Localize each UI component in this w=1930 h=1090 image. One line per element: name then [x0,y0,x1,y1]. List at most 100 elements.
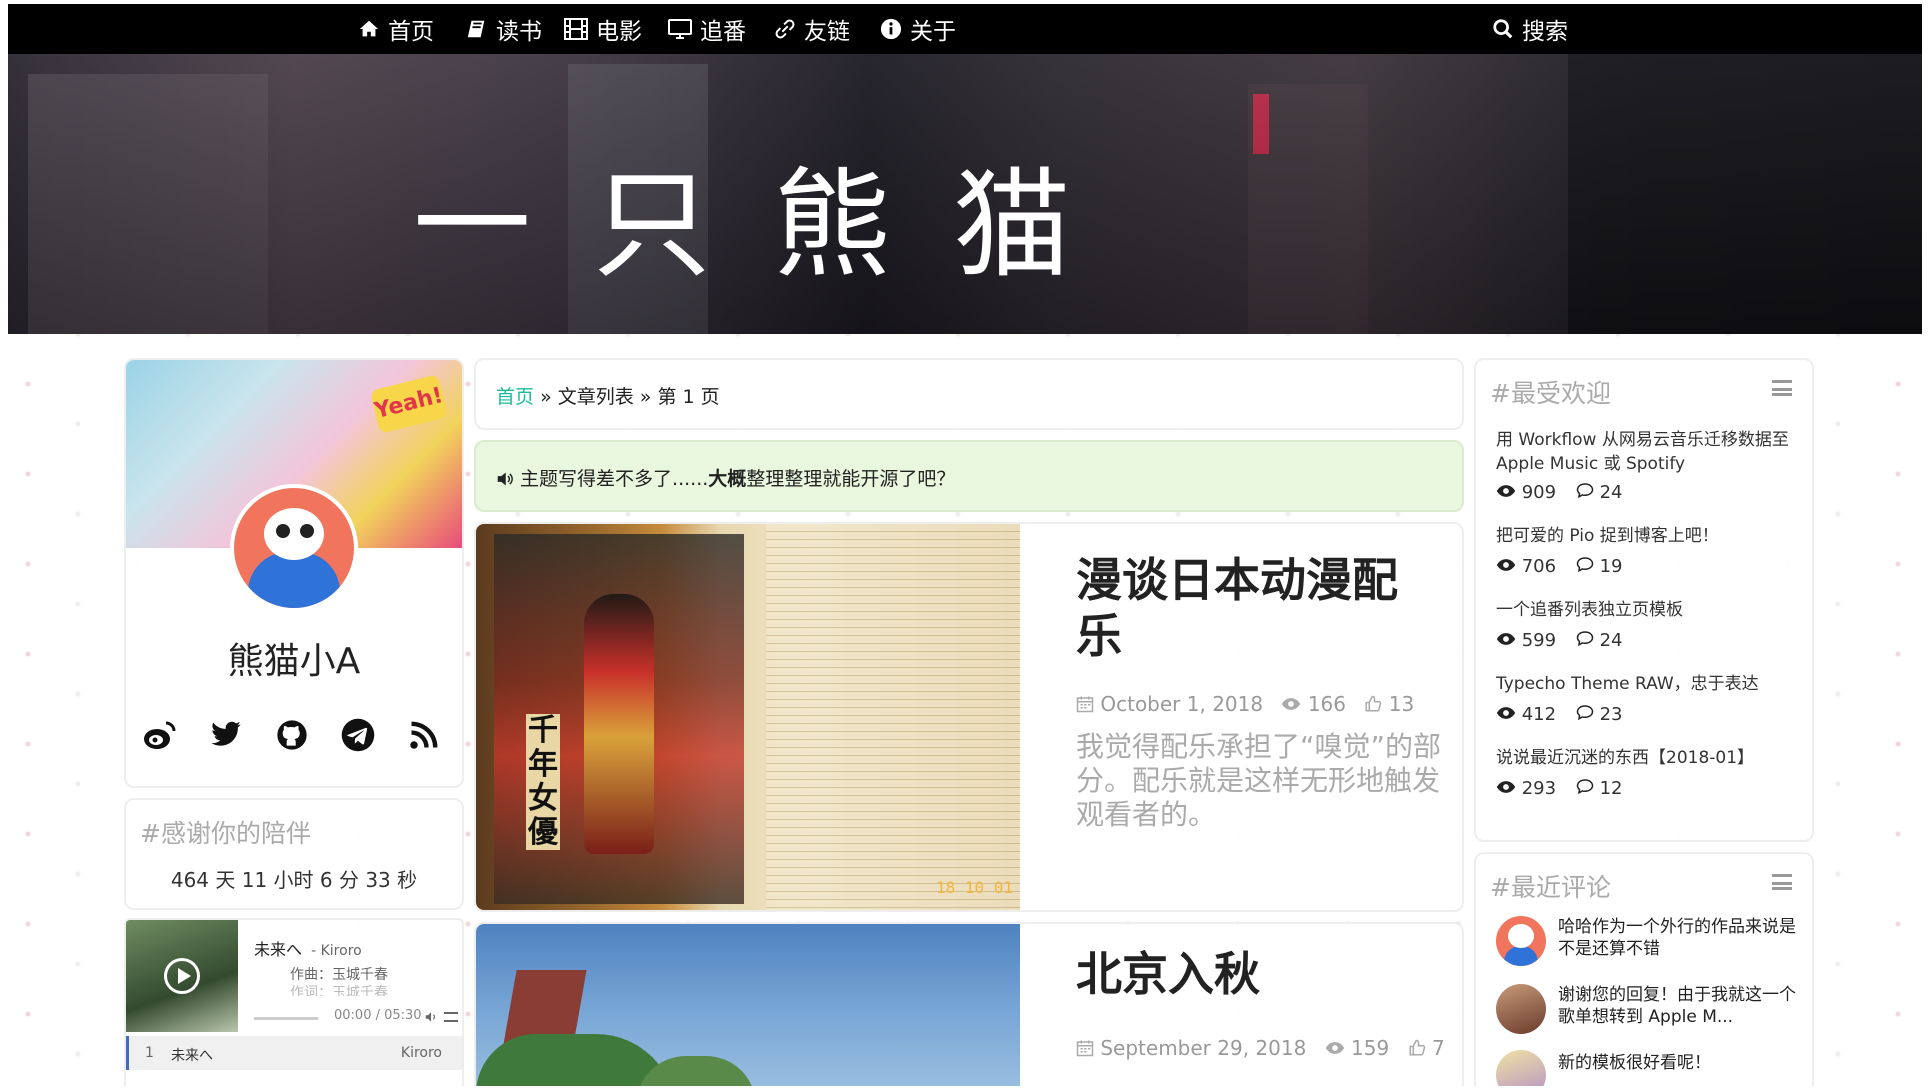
notice-text: 主题写得差不多了...... [520,468,709,490]
breadcrumb-page: 第 1 页 [657,386,720,408]
notice-text-end: 整理整理就能开源了吧？ [746,468,956,490]
nav-anime[interactable]: 追番 [668,4,746,54]
nav-reading[interactable]: 读书 [466,4,542,54]
comment-count: 12 [1599,778,1623,799]
notice-bold: 大概 [708,468,747,490]
comment-icon [1576,631,1594,647]
post-card[interactable]: 千年女優 18 10 01 漫谈日本动漫配乐 October 1, 2018 1… [474,522,1464,912]
comment-count: 23 [1599,704,1623,725]
comment-link[interactable]: 谢谢您的回复！由于我就这一个歌单想转到 Apple M... [1558,984,1798,1028]
post-date: September 29, 2018 [1100,1036,1307,1060]
breadcrumb: 首页 » 文章列表 » 第 1 页 [474,358,1464,430]
widget-title: #最近评论 [1490,873,1611,902]
eye-icon [1325,1042,1344,1054]
post-date: October 1, 2018 [1100,692,1264,716]
profile-card: Yeah! 熊猫小A [124,358,464,788]
playlist-title: 未来へ [171,1048,213,1064]
popular-post-link[interactable]: Typecho Theme RAW，忠于表达 [1496,672,1796,696]
post-thumbnail[interactable] [476,924,1020,1086]
github-link[interactable] [272,715,312,755]
widget-menu-icon[interactable] [1772,380,1792,396]
post-title[interactable]: 北京入秋 [1076,946,1260,1002]
player-time: 00:00 / 05:30 [334,1008,422,1023]
comment-count: 19 [1599,556,1623,577]
comment-icon [1576,705,1594,721]
breadcrumb-separator: » [639,386,652,408]
eye-icon [1496,633,1516,645]
playlist-artist: Kiroro [400,1045,442,1061]
nav-label: 追番 [700,19,746,45]
nav-about[interactable]: 关于 [880,4,956,54]
post-card[interactable]: 北京入秋 September 29, 2018 159 7 [474,922,1464,1086]
page: 首页 读书 电影 追番 友链 关于 搜索 一只熊猫 Yeah! 熊猫小A #感谢… [8,4,1922,1086]
comment-avatar[interactable] [1496,916,1546,966]
view-count: 909 [1521,482,1557,503]
play-icon[interactable] [164,958,200,994]
weibo-link[interactable] [140,715,180,755]
post-meta: October 1, 2018 166 13 [1076,692,1414,716]
breadcrumb-list: 文章列表 [557,386,634,408]
info-icon [880,18,902,40]
music-player: 未来へ - Kiroro 作曲：玉城千春 作词：玉城千春 00:00 / 05:… [124,918,464,1086]
nav-friends[interactable]: 友链 [774,4,850,54]
eye-icon [1496,707,1516,719]
popular-post-link[interactable]: 说说最近沉迷的东西【2018-01】 [1496,746,1796,770]
comment-avatar[interactable] [1496,984,1546,1034]
progress-bar[interactable] [254,1017,318,1020]
thumbs-up-icon[interactable] [1408,1039,1426,1057]
link-icon [775,19,795,39]
breadcrumb-home[interactable]: 首页 [496,386,534,408]
post-likes: 7 [1431,1036,1445,1060]
view-count: 293 [1521,778,1557,799]
comment-link[interactable]: 新的模板很好看呢！ [1558,1052,1798,1074]
popular-post-link[interactable]: 一个追番列表独立页模板 [1496,598,1796,622]
weibo-icon [144,721,176,749]
comment-avatar[interactable] [1496,1050,1546,1086]
playlist-menu-icon[interactable] [444,1012,458,1022]
thumbnail-caption: 千年女優 [526,713,560,850]
eye-icon [1496,559,1516,571]
popular-widget: #最受欢迎 用 Workflow 从网易云音乐迁移数据至 Apple Music… [1474,358,1814,842]
hero-banner: 一只熊猫 [8,54,1922,334]
post-meta: September 29, 2018 159 7 [1076,1036,1445,1060]
notice-bar: 主题写得差不多了......大概整理整理就能开源了吧？ [474,440,1464,512]
site-title: 一只熊猫 [412,156,1133,294]
nav-label: 读书 [496,19,542,45]
rss-link[interactable] [404,715,444,755]
twitter-link[interactable] [206,715,246,755]
widget-menu-icon[interactable] [1772,874,1792,890]
nav-movies[interactable]: 电影 [564,4,642,54]
speaker-icon [497,472,513,486]
telegram-link[interactable] [338,715,378,755]
calendar-icon [1076,1040,1094,1057]
playlist-item[interactable]: 1 未来へ Kiroro [126,1036,462,1070]
popular-post-link[interactable]: 把可爱的 Pio 捉到博客上吧！ [1496,524,1796,548]
thumbs-up-icon[interactable] [1364,695,1382,713]
film-icon [564,18,588,40]
eye-icon [1282,698,1301,710]
comment-link[interactable]: 哈哈作为一个外行的作品来说是不是还算不错 [1558,916,1798,960]
post-title[interactable]: 漫谈日本动漫配乐 [1076,552,1426,664]
volume-icon[interactable] [424,1010,438,1024]
post-views: 166 [1307,692,1346,716]
eye-icon [1496,781,1516,793]
widget-title: #感谢你的陪伴 [140,819,311,848]
album-cover[interactable] [126,920,238,1032]
comment-count: 24 [1599,630,1623,651]
playlist-index: 1 [145,1045,154,1061]
nav-search[interactable]: 搜索 [1492,4,1568,54]
comment-icon [1576,557,1594,573]
nav-search-label: 搜索 [1522,19,1568,45]
song-lyricist: 作词：玉城千春 [290,985,388,996]
github-icon [277,720,307,750]
comment-icon [1576,779,1594,795]
post-excerpt: 我觉得配乐承担了“嗅觉”的部分。配乐就是这样无形地触发观看者的。 [1076,730,1442,831]
post-thumbnail[interactable]: 千年女優 18 10 01 [476,524,1020,910]
avatar[interactable] [230,484,358,612]
nav-label: 关于 [910,19,956,45]
popular-post-link[interactable]: 用 Workflow 从网易云音乐迁移数据至 Apple Music 或 Spo… [1496,428,1796,476]
nav-home[interactable]: 首页 [358,4,434,54]
monitor-icon [668,19,692,39]
eye-icon [1496,485,1516,497]
rss-icon [410,721,438,749]
